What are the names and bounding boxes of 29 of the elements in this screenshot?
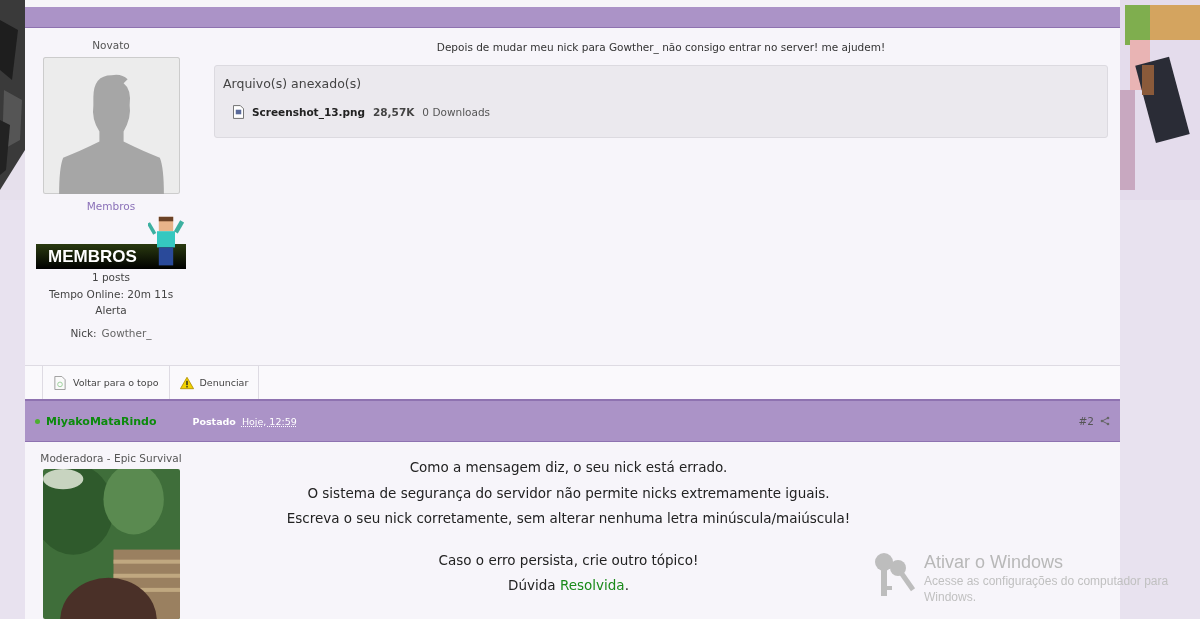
- share-icon[interactable]: [1100, 416, 1110, 426]
- message-line: Caso o erro persista, crie outro tópico!: [438, 550, 699, 570]
- user-rank: Moderadora - Epic Survival: [40, 452, 182, 464]
- user-stat: Alerta: [95, 303, 127, 318]
- file-size: 28,57K: [373, 106, 415, 118]
- user-stat: 1 posts: [91, 270, 131, 285]
- nick-label: Nick:: [70, 326, 97, 339]
- attachments-title: Arquivo(s) anexado(s): [223, 76, 363, 91]
- message-line: O sistema de segurança do servidor não permite nicks extremamente iguais.: [307, 483, 830, 503]
- download-count: 0 Downloads: [422, 106, 491, 118]
- key-icon: [874, 552, 918, 598]
- user-stat: Tempo Online: 20m 11s: [48, 286, 174, 302]
- file-link[interactable]: Screenshot_13.png: [252, 106, 365, 118]
- activation-text: Windows.: [924, 589, 977, 605]
- posted-label: Postado: [192, 415, 236, 427]
- warning-icon: [179, 375, 194, 390]
- page-icon: [53, 375, 67, 390]
- message-line: Escreva o seu nick corretamente, sem alterar nenhuma letra minúscula/maiúscula!: [286, 509, 851, 528]
- message-line: Como a mensagem diz, o seu nick está errado.: [409, 458, 728, 477]
- status-line: Dúvida Resolvida.: [508, 576, 629, 595]
- nick-value: Gowther_: [101, 326, 152, 339]
- file-icon: [233, 105, 244, 119]
- activation-title: Ativar o Windows: [924, 552, 1065, 573]
- rank-badge: MEMBROS: [36, 244, 186, 269]
- user-group-link[interactable]: Membros: [86, 200, 136, 212]
- post-message: Depois de mudar meu nick para Gowther_ não consigo entrar no server! me ajudem!: [435, 41, 887, 53]
- avatar-placeholder-icon: [42, 57, 180, 194]
- user-rank: Novato: [92, 39, 130, 51]
- post-time: Hoje, 12:59: [241, 415, 297, 427]
